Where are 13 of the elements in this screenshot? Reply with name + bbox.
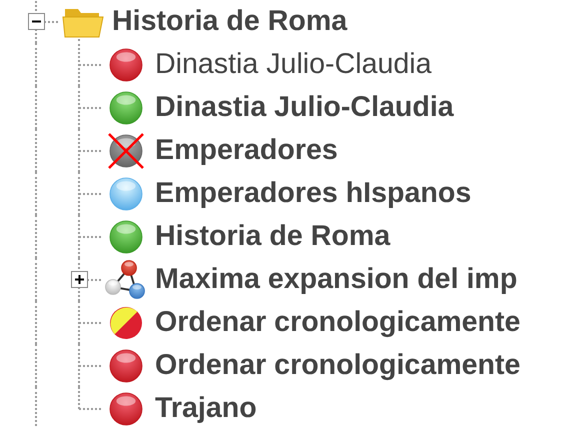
tree-item-label[interactable]: Trajano [155,394,257,423]
expand-icon[interactable] [71,271,88,288]
tree-item-label[interactable]: Dinastia Julio-Claudia [155,50,432,79]
tree-item-label[interactable]: Historia de Roma [112,7,348,36]
tree-item-label[interactable]: Emperadores [155,136,338,165]
tree-item-label[interactable]: Ordenar cronologicamente [155,308,520,337]
tree-item-label[interactable]: Ordenar cronologicamente [155,351,520,380]
tree-item-label[interactable]: Historia de Roma [155,222,390,251]
network-icon [105,258,147,300]
collapse-icon[interactable] [28,13,45,30]
tree-item-label[interactable]: Maxima expansion del imp [155,265,518,294]
tree-item-label[interactable]: Emperadores hIspanos [155,179,472,208]
tree-item-label[interactable]: Dinastia Julio-Claudia [155,93,454,122]
